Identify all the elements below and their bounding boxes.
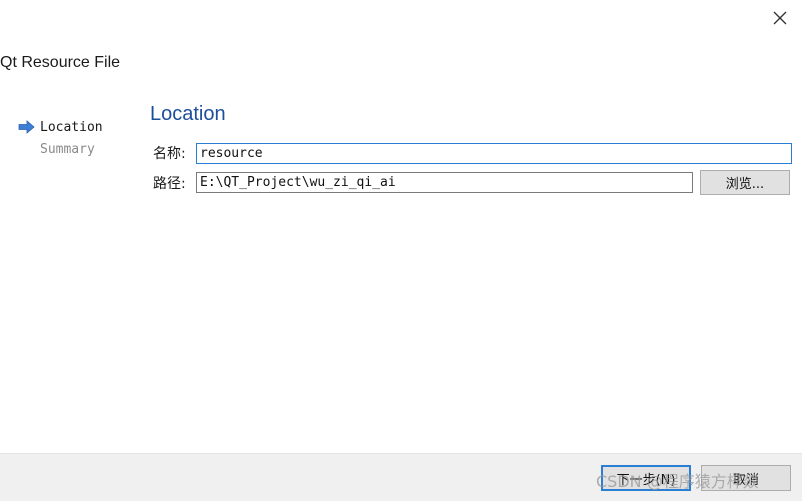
wizard-title: Qt Resource File — [0, 54, 121, 71]
page-heading: Location — [150, 103, 226, 125]
wizard-window: Qt Resource File Location Summary Locati… — [0, 0, 802, 501]
close-icon — [773, 10, 787, 29]
arrow-right-icon — [18, 119, 40, 135]
step-location: Location — [18, 116, 103, 138]
cancel-button[interactable]: 取消 — [701, 465, 791, 491]
browse-button[interactable]: 浏览... — [700, 170, 790, 195]
name-label: 名称: — [153, 146, 186, 162]
wizard-steps: Location Summary — [18, 116, 103, 160]
next-button[interactable]: 下一步(N) — [601, 465, 691, 491]
path-label: 路径: — [153, 176, 186, 192]
step-summary: Summary — [18, 138, 103, 160]
step-label: Location — [40, 119, 103, 135]
step-label: Summary — [40, 141, 95, 157]
close-button[interactable] — [766, 6, 794, 32]
path-input[interactable] — [196, 172, 693, 193]
button-bar: 下一步(N) 取消 — [0, 453, 802, 501]
name-input[interactable] — [196, 143, 792, 164]
